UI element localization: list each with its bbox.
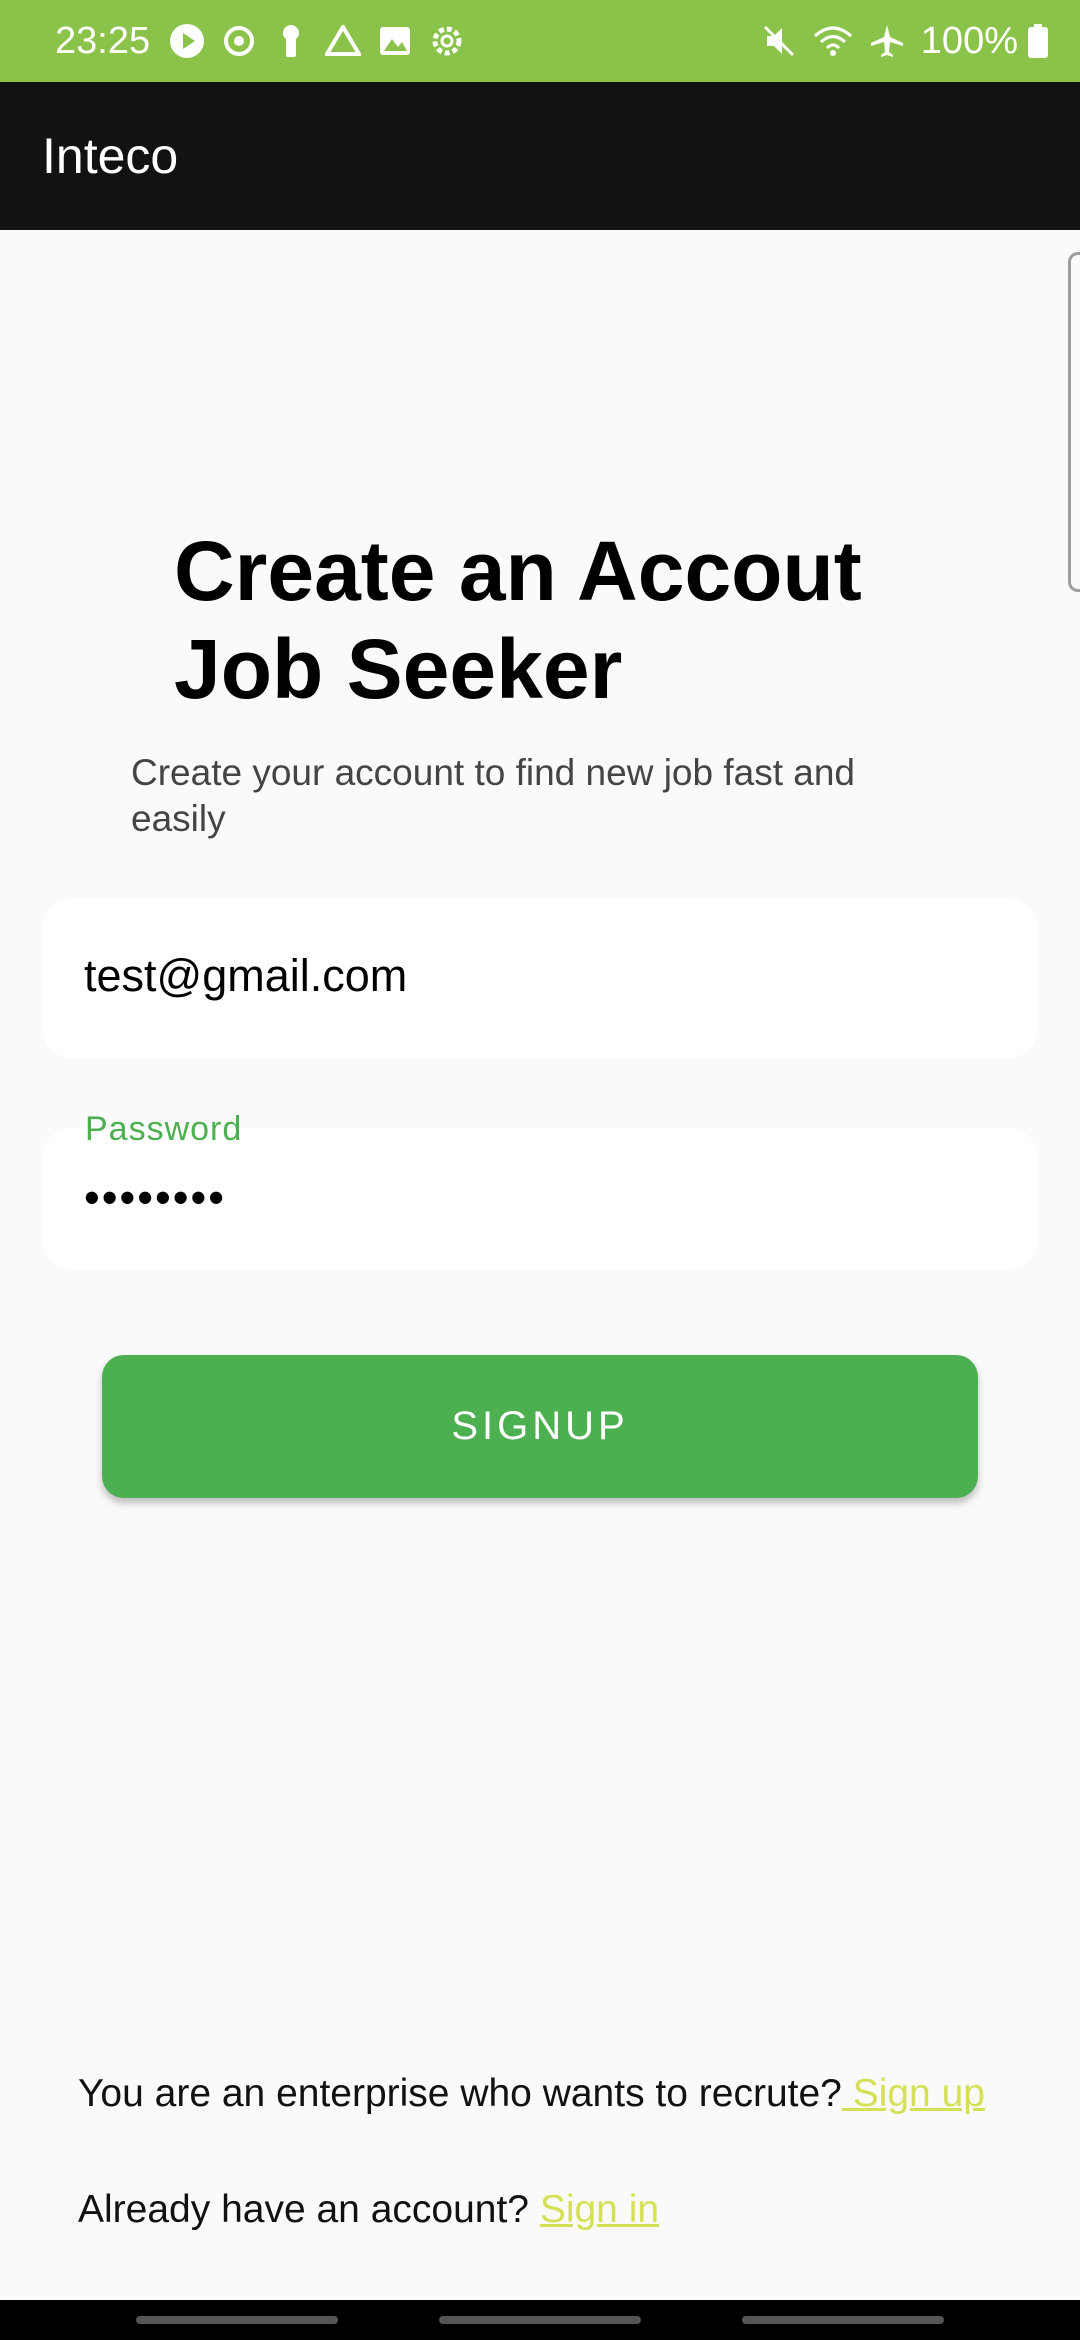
status-time: 23:25 <box>55 19 151 62</box>
status-bar: 23:25 100% <box>0 0 1080 82</box>
nav-back-button[interactable] <box>742 2316 944 2324</box>
signin-row: Already have an account? Sign in <box>78 2188 659 2232</box>
wifi-icon <box>813 21 853 61</box>
app-bar: Inteco <box>0 82 1080 230</box>
app-title: Inteco <box>42 128 179 184</box>
page-title: Create an Accout Job Seeker <box>174 522 934 718</box>
nav-home-button[interactable] <box>439 2316 641 2324</box>
keyhole-icon <box>272 22 310 60</box>
password-label: Password <box>85 1110 243 1148</box>
enterprise-text: You are an enterprise who wants to recru… <box>78 2072 842 2115</box>
scroll-handle[interactable] <box>1068 252 1080 592</box>
play-icon <box>168 22 206 60</box>
enterprise-signup-row: You are an enterprise who wants to recru… <box>78 2072 985 2116</box>
status-right: 100% <box>759 20 1050 63</box>
sync-icon <box>220 22 258 60</box>
image-icon <box>376 22 414 60</box>
password-field-container <box>42 1128 1038 1270</box>
email-field[interactable] <box>84 950 984 1002</box>
settings-icon <box>428 22 466 60</box>
page-title-line1: Create an Accout <box>174 524 862 618</box>
navigation-bar <box>0 2300 1080 2340</box>
page-title-line2: Job Seeker <box>174 622 623 716</box>
nav-recents-button[interactable] <box>136 2316 338 2324</box>
battery-percent: 100% <box>920 19 1018 62</box>
signin-link[interactable]: Sign in <box>540 2188 659 2231</box>
airplane-icon <box>867 21 907 61</box>
email-field-container <box>42 898 1038 1058</box>
password-field[interactable] <box>84 1172 984 1224</box>
status-left: 23:25 <box>55 20 466 63</box>
signup-button[interactable]: SIGNUP <box>102 1355 978 1498</box>
account-text: Already have an account? <box>78 2188 540 2231</box>
battery-icon <box>1026 21 1050 61</box>
drive-icon <box>324 22 362 60</box>
enterprise-signup-link[interactable]: Sign up <box>842 2072 985 2115</box>
page-subtitle: Create your account to find new job fast… <box>131 752 855 839</box>
mute-icon <box>759 21 799 61</box>
